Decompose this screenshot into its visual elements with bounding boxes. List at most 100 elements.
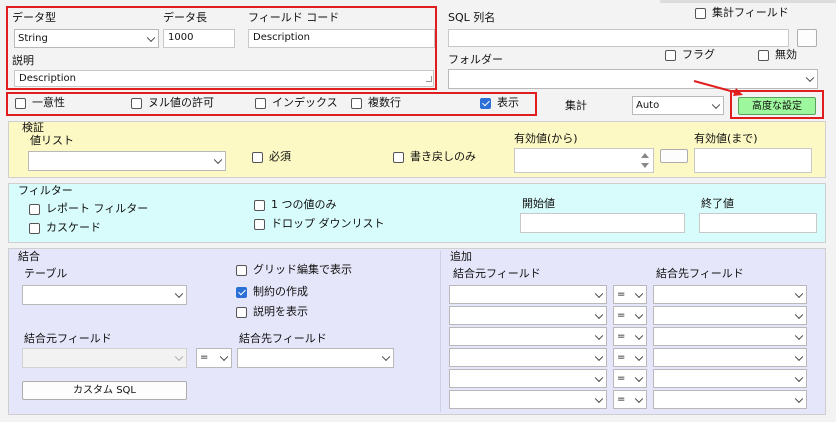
chevron-down-icon <box>634 331 644 340</box>
chevron-down-icon <box>634 352 644 361</box>
table-label: テーブル <box>24 267 68 280</box>
report-filter-label: レポート フィルター <box>46 202 149 215</box>
custom-sql-button[interactable]: カスタム SQL <box>22 381 187 400</box>
additional-operator-value: = <box>617 289 626 300</box>
additional-operator-select[interactable]: = <box>613 285 647 304</box>
show-description-label: 説明を表示 <box>253 305 308 318</box>
value-list-label: 値リスト <box>30 134 74 147</box>
chevron-down-icon <box>219 352 229 362</box>
additional-target-field-select[interactable] <box>653 327 807 346</box>
spinner-icon[interactable] <box>638 149 652 172</box>
additional-target-field-select[interactable] <box>653 369 807 388</box>
join-source-field-select[interactable] <box>22 348 187 368</box>
additional-operator-value: = <box>617 331 626 342</box>
join-divider <box>440 251 441 412</box>
chevron-down-icon <box>213 155 223 165</box>
sql-column-side-button[interactable] <box>797 29 817 47</box>
flag-label: フラグ <box>682 48 715 61</box>
additional-operator-value: = <box>617 394 626 405</box>
chevron-down-icon <box>794 373 804 382</box>
writeback-only-checkbox[interactable] <box>393 152 404 163</box>
additional-source-field-select[interactable] <box>449 369 607 388</box>
highlight-box-top-fields <box>6 6 437 90</box>
additional-source-field-label: 結合元フィールド <box>453 267 541 280</box>
chevron-down-icon <box>594 373 604 382</box>
chevron-down-icon <box>634 373 644 382</box>
aggregate-value: Auto <box>636 100 660 111</box>
flag-checkbox[interactable] <box>665 50 676 61</box>
additional-operator-value: = <box>617 352 626 363</box>
aggregate-field-checkbox[interactable] <box>695 8 706 19</box>
disabled-label: 無効 <box>775 48 797 61</box>
additional-operator-value: = <box>617 373 626 384</box>
single-value-checkbox[interactable] <box>254 200 265 211</box>
create-constraint-checkbox[interactable] <box>236 287 247 298</box>
chevron-down-icon <box>711 100 721 109</box>
additional-operator-select[interactable]: = <box>613 348 647 367</box>
chevron-down-icon <box>634 289 644 298</box>
additional-source-field-select[interactable] <box>449 390 607 409</box>
report-filter-checkbox[interactable] <box>29 204 40 215</box>
chevron-down-icon <box>594 310 604 319</box>
end-value-label: 終了値 <box>701 197 734 210</box>
additional-operator-select[interactable]: = <box>613 369 647 388</box>
cascade-label: カスケード <box>46 221 101 234</box>
required-label: 必須 <box>269 150 291 163</box>
additional-target-field-select[interactable] <box>653 306 807 325</box>
grid-edit-checkbox[interactable] <box>236 265 247 276</box>
dropdown-list-label: ドロップ ダウンリスト <box>271 217 385 230</box>
chevron-down-icon <box>794 310 804 319</box>
join-source-field-label: 結合元フィールド <box>24 332 112 345</box>
value-list-select[interactable] <box>28 151 226 171</box>
valid-from-side-button[interactable] <box>660 149 688 163</box>
cascade-checkbox[interactable] <box>29 223 40 234</box>
disabled-checkbox[interactable] <box>758 50 769 61</box>
chevron-down-icon <box>594 331 604 340</box>
valid-from-input[interactable] <box>514 148 654 173</box>
show-description-checkbox[interactable] <box>236 307 247 318</box>
aggregate-label: 集計 <box>565 99 587 112</box>
join-title: 結合 <box>18 250 40 263</box>
valid-to-input[interactable] <box>694 148 812 173</box>
valid-to-label: 有効値(まで) <box>694 132 758 145</box>
additional-operator-select[interactable]: = <box>613 327 647 346</box>
additional-source-field-select[interactable] <box>449 327 607 346</box>
additional-target-field-select[interactable] <box>653 285 807 304</box>
table-select[interactable] <box>22 285 187 305</box>
start-value-input[interactable] <box>520 213 685 233</box>
additional-target-field-select[interactable] <box>653 348 807 367</box>
required-checkbox[interactable] <box>252 152 263 163</box>
additional-title: 追加 <box>450 250 472 263</box>
top-edge <box>660 0 836 3</box>
chevron-down-icon <box>594 394 604 403</box>
valid-from-label: 有効値(から) <box>514 132 578 145</box>
create-constraint-label: 制約の作成 <box>253 285 308 298</box>
additional-source-field-select[interactable] <box>449 285 607 304</box>
folder-label: フォルダー <box>448 53 503 66</box>
aggregate-field-label: 集計フィールド <box>712 6 789 19</box>
validation-title: 検証 <box>22 121 44 134</box>
chevron-down-icon <box>805 73 815 83</box>
join-operator-select[interactable]: = <box>196 348 232 368</box>
join-target-field-select[interactable] <box>237 348 394 368</box>
join-operator-value: = <box>200 352 209 363</box>
end-value-input[interactable] <box>699 213 817 233</box>
dropdown-list-checkbox[interactable] <box>254 219 265 230</box>
grid-edit-label: グリッド編集で表示 <box>253 263 352 276</box>
additional-operator-value: = <box>617 310 626 321</box>
additional-operator-select[interactable]: = <box>613 306 647 325</box>
sql-column-label: SQL 列名 <box>448 11 496 24</box>
advanced-settings-button[interactable]: 高度な設定 <box>738 97 816 115</box>
chevron-down-icon <box>174 352 184 362</box>
sql-column-input[interactable] <box>448 29 789 47</box>
chevron-down-icon <box>794 352 804 361</box>
additional-operator-select[interactable]: = <box>613 390 647 409</box>
folder-select[interactable] <box>448 69 818 89</box>
additional-target-field-select[interactable] <box>653 390 807 409</box>
additional-source-field-select[interactable] <box>449 348 607 367</box>
chevron-down-icon <box>794 331 804 340</box>
additional-target-field-label: 結合先フィールド <box>656 267 744 280</box>
chevron-down-icon <box>381 352 391 362</box>
additional-source-field-select[interactable] <box>449 306 607 325</box>
chevron-down-icon <box>794 394 804 403</box>
